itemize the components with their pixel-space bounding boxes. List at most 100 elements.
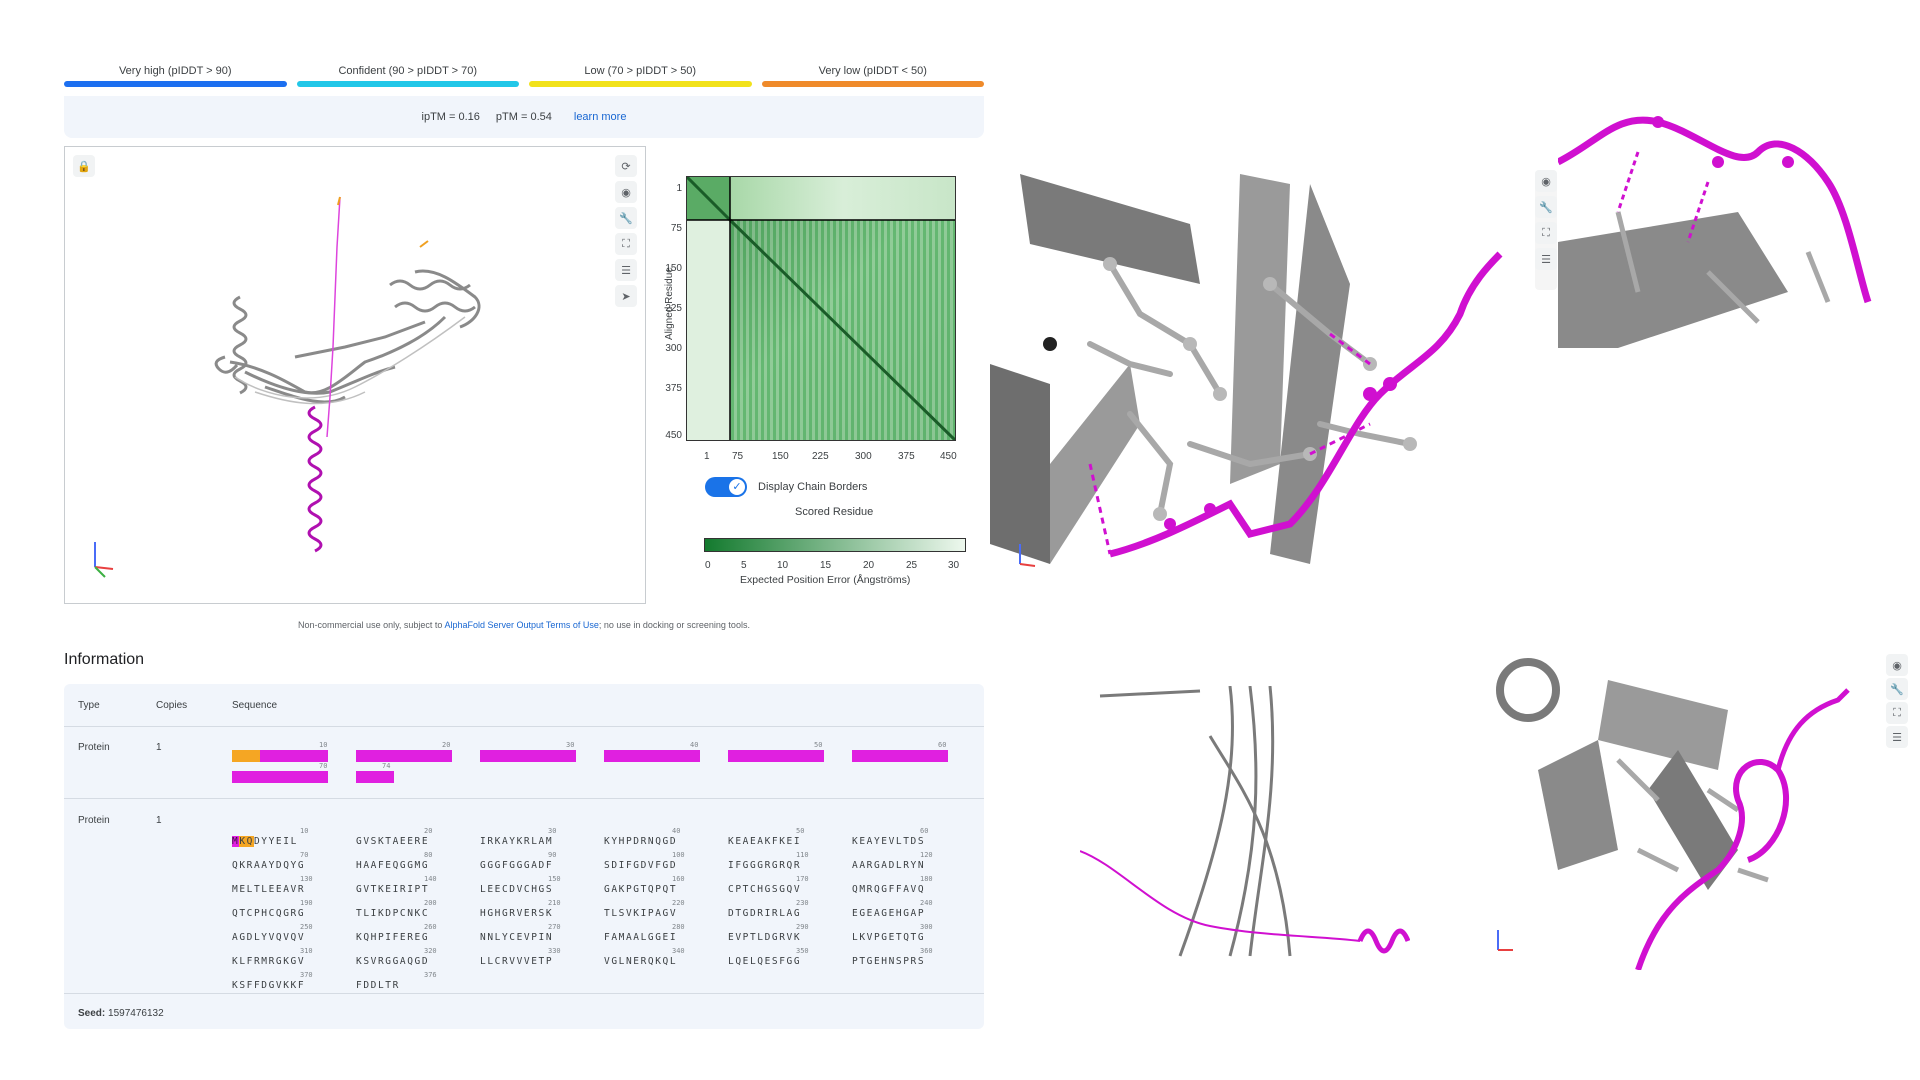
seq-index: 10 [300,827,309,835]
sequence-chunk: QKRAAYDQYG [232,860,306,871]
seq-index: 330 [548,947,561,955]
header-copies: Copies [156,700,188,711]
residue-block [728,750,824,762]
sequence-chunk: MKQDYYEIL [232,836,298,847]
plddt-legend: Very high (pIDDT > 90) Confident (90 > p… [64,64,984,87]
sequence-chunk: GVTKEIRIPT [356,884,430,895]
seed-value: 1597476132 [108,1008,164,1019]
seq-index: 30 [548,827,557,835]
legend-bar [761,81,984,87]
pae-x-tick: 1 [704,451,710,462]
seq-index: 340 [672,947,685,955]
residue-block [356,750,452,762]
pae-x-tick: 375 [898,451,915,462]
seed: Seed: 1597476132 [78,1008,164,1019]
residue-block [480,750,576,762]
focus-icon[interactable]: ◉ [1535,170,1557,192]
legend-label: Low (70 > pIDDT > 50) [584,65,697,77]
sequence-chunk: HGHGRVERSK [480,908,554,919]
terms-link[interactable]: AlphaFold Server Output Terms of Use [444,620,598,630]
row-type: Protein [78,815,110,826]
wrench-icon[interactable]: 🔧 [1535,196,1557,218]
seq-index: 210 [548,899,561,907]
information-table: Type Copies Sequence Protein 1 10 20 30 … [64,684,984,1029]
seq-index: 350 [796,947,809,955]
sequence-chunk: QMRQGFFAVQ [852,884,926,895]
sequence-chunk: PTGEHNSPRS [852,956,926,967]
pae-y-tick: 225 [665,303,682,314]
seq-index: 140 [424,875,437,883]
sequence-chunk: LLCRVVVETP [480,956,554,967]
chain-borders-toggle[interactable]: ✓ [705,477,747,497]
sequence-chunk: SDIFGDVFGD [604,860,678,871]
pae-y-tick: 450 [665,430,682,441]
settings-sliders-icon[interactable]: ☰ [1886,726,1908,748]
sequence-chunk: GVSKTAEERE [356,836,430,847]
seq-index: 60 [938,741,947,749]
zoom-toolbar: ◉ 🔧 ⛶ ☰ [1886,654,1908,754]
colorbar-tick: 0 [705,560,711,571]
seq-index: 110 [796,851,809,859]
sequence-chunk: LEECDVCHGS [480,884,554,895]
fullscreen-icon[interactable]: ⛶ [1886,702,1908,724]
pae-y-tick: 300 [665,343,682,354]
seq-index: 60 [920,827,929,835]
seq-index: 150 [548,875,561,883]
sequence-chunk: GGGFGGGADF [480,860,554,871]
residue-block [852,750,948,762]
check-icon: ✓ [729,479,745,495]
sequence-chunk: AARGADLRYN [852,860,926,871]
seq-index: 40 [690,741,699,749]
settings-sliders-icon[interactable]: ☰ [1535,248,1557,270]
seq-index: 240 [920,899,933,907]
sequence-chunk: KEAEAKFKEI [728,836,802,847]
residue-block [604,750,700,762]
axes-gizmo [94,542,114,578]
sequence-chunk: KSVRGGAQGD [356,956,430,967]
sequence-chunk: NNLYCEVPIN [480,932,554,943]
row-copies: 1 [156,815,162,826]
iptm-value: ipTM = 0.16 [421,111,480,123]
sequence-chunk: LKVPGETQTG [852,932,926,943]
residue-block [356,771,394,783]
sequence-chunk: EGEAGEHGAP [852,908,926,919]
information-heading: Information [64,651,145,668]
fullscreen-icon[interactable]: ⛶ [1535,222,1557,244]
legend-bar [296,81,519,87]
sequence-chunk: TLIKDPCNKC [356,908,430,919]
seq-index: 180 [920,875,933,883]
confidence-metrics: ipTM = 0.16 pTM = 0.54 learn more [64,96,984,138]
footnote-text: Non-commercial use only, subject to [298,620,445,630]
sequence-chunk: EVPTLDGRVK [728,932,802,943]
pae-colorbar [704,538,966,552]
seq-index: 80 [424,851,433,859]
seed-label: Seed: [78,1008,106,1019]
seq-index: 260 [424,923,437,931]
seq-index: 280 [672,923,685,931]
focus-icon[interactable]: ◉ [1886,654,1908,676]
colorbar-tick: 20 [863,560,875,571]
seq-index: 50 [796,827,805,835]
zoom-render-2[interactable] [1558,92,1888,348]
pae-y-tick: 375 [665,383,682,394]
zoom-render-4[interactable] [1478,650,1918,970]
legend-bar [64,81,287,87]
terms-footnote: Non-commercial use only, subject to Alph… [64,620,984,630]
structure-viewer[interactable]: 🔒 ⟳ ◉ 🔧 ⛶ ☰ ➤ [64,146,646,604]
wrench-icon[interactable]: 🔧 [1886,678,1908,700]
seq-index: 270 [548,923,561,931]
learn-more-link[interactable]: learn more [574,111,627,123]
pae-y-tick: 75 [670,223,682,234]
header-type: Type [78,700,100,711]
zoom-render-1[interactable] [990,164,1546,572]
seq-index: 190 [300,899,313,907]
seq-index: 20 [442,741,451,749]
sequence-chunk: QTCPHCQGRG [232,908,306,919]
zoom-toolbar: ◉ 🔧 ⛶ ☰ [1535,170,1557,290]
residue-highlight: KQ [239,836,254,847]
sequence-chunk: DTGDRIRLAG [728,908,802,919]
pae-x-tick: 150 [772,451,789,462]
sequence-chunk: GAKPGTQPQT [604,884,678,895]
zoom-render-3[interactable] [1080,686,1410,961]
sequence-chunk: IFGGGRGRQR [728,860,802,871]
